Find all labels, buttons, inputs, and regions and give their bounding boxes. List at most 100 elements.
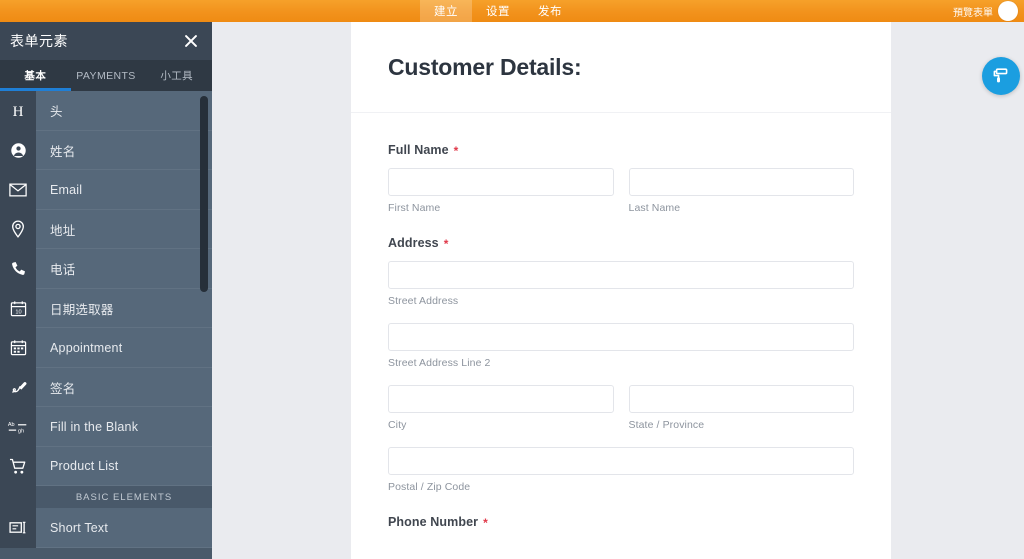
panel-scrollbar-track[interactable] bbox=[200, 91, 208, 559]
top-bar-right: 預覽表單 bbox=[953, 0, 1024, 22]
form-card: Customer Details: Full Name * First Name bbox=[351, 22, 891, 559]
section-heading-basic-elements: BASIC ELEMENTS bbox=[0, 486, 212, 508]
svg-text:Ab: Ab bbox=[8, 422, 15, 428]
panel-tabs: 基本 PAYMENTS 小工具 bbox=[0, 60, 212, 91]
panel-scrollbar-thumb[interactable] bbox=[200, 96, 208, 292]
last-name-col: Last Name bbox=[628, 168, 854, 214]
street-address-sublabel: Street Address bbox=[388, 295, 459, 307]
last-name-input[interactable] bbox=[628, 168, 854, 196]
element-item-address-label: 地址 bbox=[36, 209, 212, 249]
heading-h-icon: H bbox=[0, 91, 36, 131]
field-phone-number-label-text: Phone Number bbox=[388, 515, 479, 529]
preview-toggle-button[interactable] bbox=[998, 1, 1018, 21]
postal-zip-sublabel: Postal / Zip Code bbox=[388, 481, 471, 493]
phone-icon bbox=[0, 249, 36, 289]
panel-header: 表单元素 bbox=[0, 22, 212, 60]
element-item-heading-label: 头 bbox=[36, 91, 212, 131]
element-item-short-text-label: Short Text bbox=[36, 508, 212, 548]
map-pin-icon bbox=[0, 209, 36, 249]
element-item-fill-in-the-blank[interactable]: Ab gh Fill in the Blank bbox=[0, 407, 212, 447]
element-item-fullname-label: 姓名 bbox=[36, 130, 212, 170]
street-address-2-col: Street Address Line 2 bbox=[388, 323, 854, 369]
required-marker: * bbox=[453, 144, 459, 158]
paint-roller-icon bbox=[993, 68, 1008, 83]
element-item-appointment[interactable]: Appointment bbox=[0, 328, 212, 368]
city-input[interactable] bbox=[388, 385, 614, 413]
preview-form-label: 預覽表單 bbox=[953, 7, 993, 19]
element-item-heading[interactable]: H 头 bbox=[0, 91, 212, 131]
panel-tab-basic[interactable]: 基本 bbox=[0, 60, 71, 91]
field-full-name[interactable]: Full Name * First Name Last Name bbox=[388, 143, 854, 214]
tab-build-label: 建立 bbox=[434, 6, 458, 18]
calendar-appointment-icon bbox=[0, 328, 36, 368]
element-item-address[interactable]: 地址 bbox=[0, 209, 212, 249]
field-full-name-label: Full Name * bbox=[388, 143, 854, 157]
svg-text:10: 10 bbox=[15, 309, 21, 315]
element-item-product-list[interactable]: Product List bbox=[0, 446, 212, 486]
city-col: City bbox=[388, 385, 614, 431]
panel-tab-widgets[interactable]: 小工具 bbox=[141, 60, 212, 91]
element-item-signature[interactable]: 签名 bbox=[0, 367, 212, 407]
envelope-icon bbox=[0, 170, 36, 210]
svg-text:gh: gh bbox=[18, 428, 24, 434]
street-address-2-input[interactable] bbox=[388, 323, 854, 351]
panel-tab-payments-label: PAYMENTS bbox=[76, 69, 136, 82]
form-header[interactable]: Customer Details: bbox=[351, 22, 891, 113]
section-heading-spacer bbox=[0, 486, 36, 508]
tab-settings-label: 设置 bbox=[486, 6, 510, 18]
panel-title: 表单元素 bbox=[10, 33, 68, 49]
form-body: Full Name * First Name Last Name Address… bbox=[351, 113, 891, 529]
page-title: Customer Details: bbox=[388, 53, 582, 80]
person-circle-icon bbox=[0, 130, 36, 170]
panel-tab-widgets-label: 小工具 bbox=[160, 70, 194, 82]
first-name-input[interactable] bbox=[388, 168, 614, 196]
fill-in-blank-icon: Ab gh bbox=[0, 407, 36, 447]
field-full-name-row: First Name Last Name bbox=[388, 168, 854, 214]
tab-build[interactable]: 建立 bbox=[420, 0, 472, 22]
tab-settings[interactable]: 设置 bbox=[472, 0, 524, 22]
state-province-input[interactable] bbox=[628, 385, 854, 413]
state-province-sublabel: State / Province bbox=[628, 419, 705, 431]
element-item-product-list-label: Product List bbox=[36, 446, 212, 486]
city-state-row: City State / Province bbox=[388, 385, 854, 431]
field-address-label-text: Address bbox=[388, 236, 439, 250]
postal-zip-col: Postal / Zip Code bbox=[388, 447, 854, 493]
state-province-col: State / Province bbox=[628, 385, 854, 431]
top-bar: 建立 设置 发布 預覽表單 bbox=[0, 0, 1024, 22]
tab-publish[interactable]: 发布 bbox=[524, 0, 576, 22]
element-item-appointment-label: Appointment bbox=[36, 328, 212, 368]
field-phone-number[interactable]: Phone Number * bbox=[388, 515, 854, 529]
form-elements-panel: 表单元素 基本 PAYMENTS 小工具 H 头 姓名 Email 地址 电话 … bbox=[0, 22, 212, 559]
street-address-col: Street Address bbox=[388, 261, 854, 307]
street-address-input[interactable] bbox=[388, 261, 854, 289]
field-full-name-label-text: Full Name bbox=[388, 143, 449, 157]
top-bar-tabs: 建立 设置 发布 bbox=[420, 0, 576, 22]
form-designer-button[interactable] bbox=[982, 57, 1020, 95]
street-address-2-sublabel: Street Address Line 2 bbox=[388, 357, 491, 369]
first-name-sublabel: First Name bbox=[388, 202, 441, 214]
tab-publish-label: 发布 bbox=[538, 6, 562, 18]
city-sublabel: City bbox=[388, 419, 407, 431]
short-text-icon bbox=[0, 508, 36, 548]
close-icon[interactable] bbox=[182, 32, 200, 50]
element-item-email[interactable]: Email bbox=[0, 170, 212, 210]
panel-tab-basic-label: 基本 bbox=[24, 70, 47, 82]
element-item-datepicker-label: 日期选取器 bbox=[36, 288, 212, 328]
calendar-date-icon: 10 bbox=[0, 288, 36, 328]
section-heading-label: BASIC ELEMENTS bbox=[36, 486, 212, 508]
panel-tab-payments[interactable]: PAYMENTS bbox=[71, 60, 142, 91]
form-canvas: Customer Details: Full Name * First Name bbox=[212, 22, 1024, 559]
signature-pen-icon bbox=[0, 367, 36, 407]
required-marker: * bbox=[443, 237, 449, 251]
element-item-fill-in-the-blank-label: Fill in the Blank bbox=[36, 407, 212, 447]
element-item-short-text[interactable]: Short Text bbox=[0, 508, 212, 548]
element-item-datepicker[interactable]: 10 日期选取器 bbox=[0, 288, 212, 328]
first-name-col: First Name bbox=[388, 168, 614, 214]
last-name-sublabel: Last Name bbox=[628, 202, 681, 214]
element-item-fullname[interactable]: 姓名 bbox=[0, 130, 212, 170]
field-address-label: Address * bbox=[388, 236, 854, 250]
field-address[interactable]: Address * Street Address Street Address … bbox=[388, 236, 854, 493]
element-item-phone-label: 电话 bbox=[36, 249, 212, 289]
element-item-phone[interactable]: 电话 bbox=[0, 249, 212, 289]
postal-zip-input[interactable] bbox=[388, 447, 854, 475]
